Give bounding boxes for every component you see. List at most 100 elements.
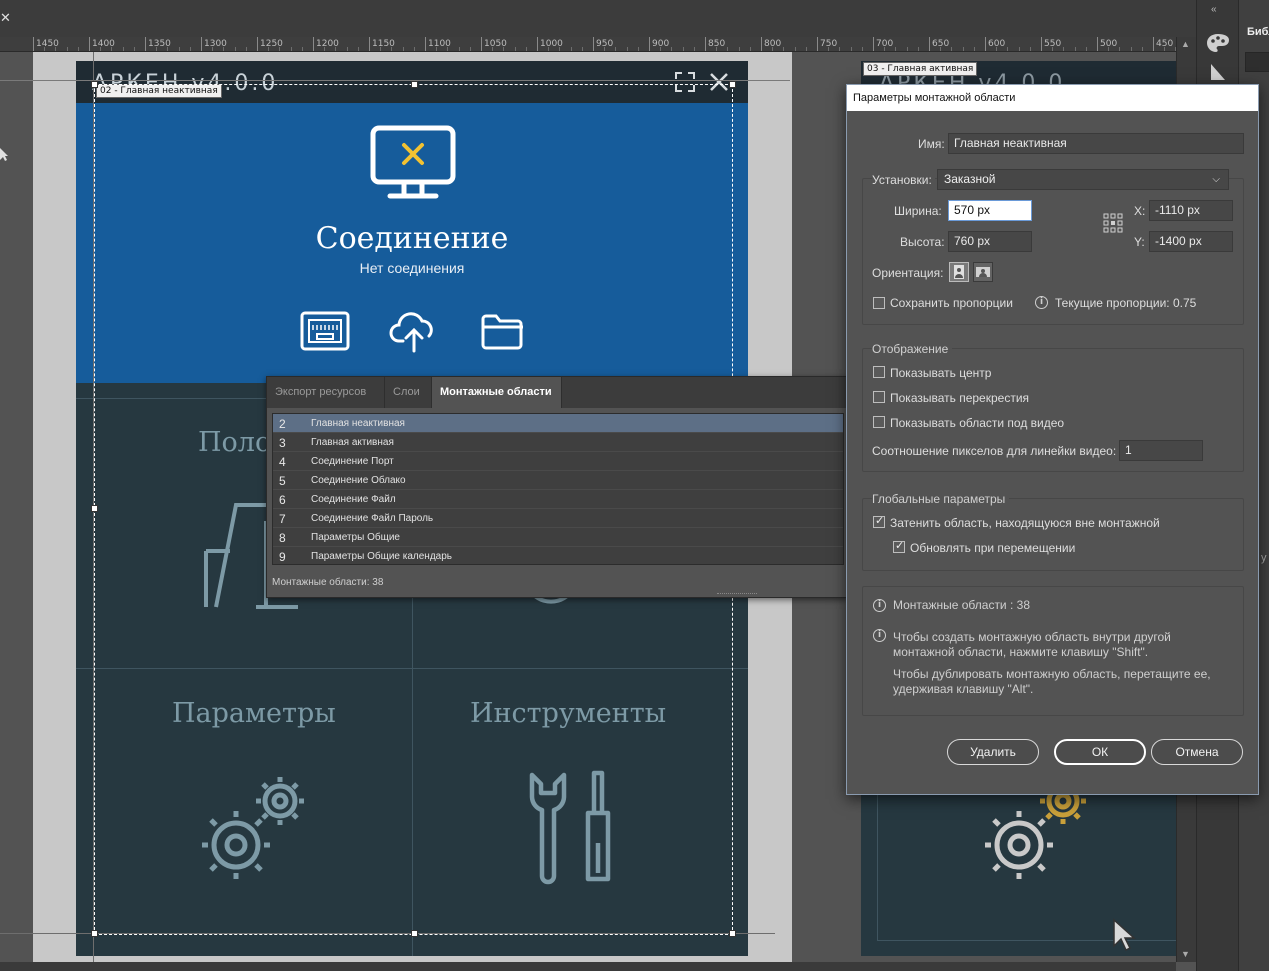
ruler-tick: 1050 [481, 37, 507, 51]
artboard-list-row[interactable]: 7 Соединение Файл Пароль [273, 509, 843, 528]
orientation-label: Ориентация: [872, 266, 944, 280]
ruler-minor-tick [413, 47, 415, 51]
artboard-list-row[interactable]: 4 Соединение Порт [273, 452, 843, 471]
artboard-list-row[interactable]: 6 Соединение Файл [273, 490, 843, 509]
ruler-minor-tick [660, 47, 662, 51]
tab-export-assets[interactable]: Экспорт ресурсов [267, 377, 385, 408]
ruler-minor-tick [839, 47, 841, 51]
ruler-minor-tick [693, 47, 695, 51]
ruler-minor-tick [279, 47, 281, 51]
resize-handle[interactable] [91, 81, 98, 88]
resize-handle[interactable] [411, 930, 418, 937]
ruler-minor-tick [716, 47, 718, 51]
artboard-list-row[interactable]: 8 Параметры Общие [273, 528, 843, 547]
ruler-minor-tick [940, 47, 942, 51]
height-field[interactable]: 760 px [948, 231, 1032, 252]
artboard-list-row[interactable]: 3 Главная активная [273, 433, 843, 452]
artboard-name: Соединение Облако [311, 475, 406, 486]
show-crosshairs-checkbox[interactable] [873, 391, 885, 403]
ruler-minor-tick [559, 47, 561, 51]
panel-resize-grip[interactable] [717, 593, 757, 596]
tab-layers[interactable]: Слои [385, 377, 432, 408]
ruler-minor-tick [503, 47, 505, 51]
show-center-checkbox[interactable] [873, 366, 885, 378]
ruler-minor-tick [268, 47, 270, 51]
artboards-count: Монтажные области: 38 [272, 577, 384, 588]
ruler-tick: 900 [649, 37, 669, 51]
global-group [862, 498, 1244, 571]
name-field[interactable]: Главная неактивная [948, 133, 1244, 154]
ruler-minor-tick [223, 47, 225, 51]
resize-handle[interactable] [729, 81, 736, 88]
global-title: Глобальные параметры [872, 492, 1010, 506]
scroll-down-icon[interactable]: ▼ [1181, 949, 1190, 959]
artboards-count-text: Монтажные области : 38 [893, 598, 1030, 612]
ruler-minor-tick [301, 47, 303, 51]
ok-button[interactable]: ОК [1054, 739, 1146, 765]
ruler-minor-tick [290, 47, 292, 51]
cursor-arrow-icon [1113, 918, 1136, 952]
ruler-minor-tick [436, 47, 438, 51]
ruler-minor-tick [492, 47, 494, 51]
ruler-minor-tick [447, 47, 449, 51]
ruler-minor-tick [189, 47, 191, 51]
reference-point-icon[interactable] [1103, 213, 1123, 233]
current-proportions-text: Текущие пропорции: 0.75 [1055, 296, 1197, 310]
ruler-minor-tick [1119, 47, 1121, 51]
color-palette-icon[interactable] [1205, 32, 1231, 54]
gears-active-icon [985, 783, 1086, 879]
ruler-minor-tick [1141, 47, 1143, 51]
ruler-minor-tick [111, 47, 113, 51]
alt-hint-line1: Чтобы дублировать монтажную область, пер… [893, 667, 1211, 681]
preset-select[interactable]: Заказной ⌵ [937, 169, 1229, 190]
collapse-panels-icon[interactable]: « [1211, 4, 1217, 15]
update-dragging-label: Обновлять при перемещении [910, 541, 1076, 555]
close-tab-icon[interactable]: ✕ [0, 10, 11, 26]
show-center-label: Показывать центр [890, 366, 992, 380]
ruler-tick: 1150 [369, 37, 395, 51]
ruler-tick: 850 [705, 37, 725, 51]
resize-handle[interactable] [91, 505, 98, 512]
ruler-minor-tick [1063, 47, 1065, 51]
ruler-minor-tick [828, 47, 830, 51]
panel-text-stub: у [1261, 552, 1267, 564]
update-dragging-checkbox[interactable] [893, 539, 905, 553]
pixel-ratio-field[interactable]: 1 [1119, 440, 1203, 461]
y-label: Y: [1134, 235, 1145, 249]
ruler-minor-tick [581, 47, 583, 51]
resize-handle[interactable] [91, 930, 98, 937]
artboard-list-row[interactable]: 5 Соединение Облако [273, 471, 843, 490]
ruler-minor-tick [682, 47, 684, 51]
libraries-select[interactable] [1245, 52, 1269, 72]
ruler-minor-tick [1007, 47, 1009, 51]
cancel-button[interactable]: Отмена [1151, 739, 1243, 765]
ruler-minor-tick [1018, 47, 1020, 51]
artboard-name: Главная неактивная [311, 418, 405, 429]
y-field[interactable]: -1400 px [1149, 231, 1233, 252]
tab-artboards[interactable]: Монтажные области [432, 377, 562, 408]
show-video-safe-checkbox[interactable] [873, 416, 885, 428]
delete-button[interactable]: Удалить [947, 739, 1039, 765]
width-field[interactable]: 570 px [948, 200, 1032, 221]
fade-outside-checkbox[interactable] [873, 514, 885, 528]
keep-proportions-checkbox[interactable] [873, 297, 885, 309]
ruler-minor-tick [884, 47, 886, 51]
gradient-icon[interactable] [1205, 60, 1231, 82]
horizontal-scrollbar[interactable] [0, 962, 1176, 971]
artboards-panel: Экспорт ресурсов Слои Монтажные области … [266, 376, 849, 598]
dialog-title: Параметры монтажной области [847, 85, 1258, 111]
ruler-minor-tick [1108, 47, 1110, 51]
ruler-minor-tick [402, 47, 404, 51]
resize-handle[interactable] [411, 81, 418, 88]
artboard-list-row[interactable]: 2 Главная неактивная [273, 414, 843, 433]
portrait-button[interactable] [949, 262, 969, 282]
ruler-minor-tick [895, 47, 897, 51]
landscape-button[interactable] [973, 262, 993, 282]
resize-handle[interactable] [729, 930, 736, 937]
guide-line [0, 80, 790, 81]
landscape-icon [976, 267, 990, 277]
artboard-list-row[interactable]: 9 Параметры Общие календарь [273, 547, 843, 564]
scroll-up-icon[interactable]: ▲ [1181, 39, 1190, 49]
x-field[interactable]: -1110 px [1149, 200, 1233, 221]
info-icon: i [873, 599, 886, 612]
